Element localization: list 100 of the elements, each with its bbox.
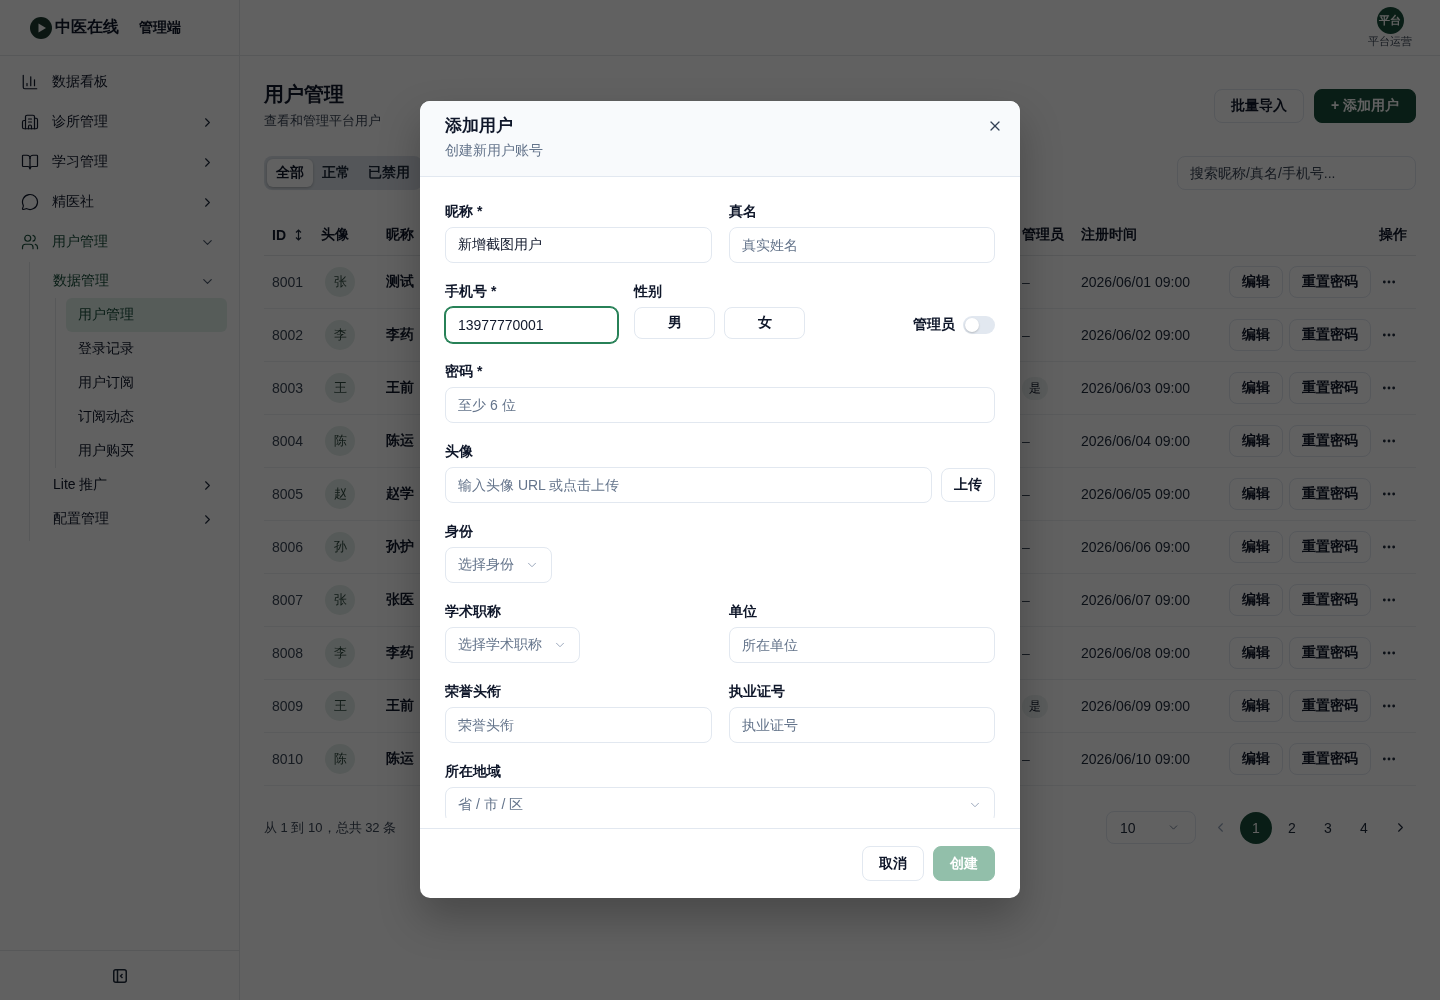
id-text: 8003 <box>272 380 304 396</box>
dialog-title: 添加用户 <box>445 115 514 137</box>
open-book-icon <box>21 153 39 171</box>
nickname-text: 王前 <box>386 379 414 397</box>
row-action-button[interactable]: 编辑 <box>1229 266 1283 298</box>
row-action-button[interactable]: 重置密码 <box>1289 319 1371 351</box>
page-button[interactable]: 2 <box>1276 811 1308 844</box>
nav-item[interactable]: 订阅动态 <box>66 400 227 434</box>
nav-item[interactable]: 用户管理 <box>12 222 227 262</box>
filter-tab[interactable]: 正常 <box>313 159 359 187</box>
text-input[interactable]: 执业证号 <box>728 707 995 743</box>
admin-text: – <box>1022 274 1030 290</box>
admin-text: – <box>1022 539 1030 555</box>
row-action-button[interactable]: 重置密码 <box>1289 266 1371 298</box>
user-avatar[interactable]: 平台 <box>1376 7 1404 34</box>
nav-item[interactable]: 配置管理 <box>30 502 227 536</box>
id-text: 8009 <box>272 698 304 714</box>
id-text: 8008 <box>272 645 304 661</box>
text-input[interactable]: 真实姓名 <box>728 227 995 263</box>
nav-item[interactable]: 数据看板 <box>12 62 227 102</box>
user-avatar: 陈 <box>325 744 355 774</box>
user-avatar: 张 <box>325 585 355 615</box>
page-button[interactable]: 1 <box>1240 811 1272 844</box>
field-label: 所在地域 <box>445 762 501 781</box>
sort-icon[interactable] <box>295 229 302 241</box>
nav-item[interactable]: Lite 推广 <box>30 468 227 502</box>
secondary-button[interactable]: 取消 <box>862 846 924 881</box>
row-action-button[interactable]: 编辑 <box>1229 584 1283 616</box>
row-action-button[interactable]: 编辑 <box>1229 478 1283 510</box>
page-button[interactable]: 3 <box>1312 811 1344 844</box>
text-input[interactable]: 13977770001 <box>445 307 618 343</box>
page-button[interactable]: 4 <box>1348 811 1380 844</box>
admin-text: – <box>1022 486 1030 502</box>
row-action-button[interactable]: 编辑 <box>1229 743 1283 775</box>
row-action-button[interactable]: 重置密码 <box>1289 584 1371 616</box>
column-header: 管理员 <box>1022 226 1064 244</box>
row-action-button[interactable]: 重置密码 <box>1289 425 1371 457</box>
field-label: 身份 <box>445 522 473 541</box>
field-label: 单位 <box>728 602 757 621</box>
play-logo-icon <box>30 16 52 39</box>
text-input[interactable]: 荣誉头衔 <box>445 707 712 743</box>
filter-tab[interactable]: 全部 <box>267 159 313 187</box>
admin-badge: 是 <box>1022 694 1048 718</box>
date-text: 2026/06/06 09:00 <box>1081 539 1190 555</box>
row-action-button[interactable]: 编辑 <box>1229 531 1283 563</box>
page-title: 用户管理 <box>264 82 345 107</box>
admin-text: – <box>1022 327 1030 343</box>
upload-button[interactable]: 上传 <box>941 468 995 502</box>
user-avatar: 王 <box>325 691 355 721</box>
admin-text: – <box>1022 433 1030 449</box>
field-label: 真名 <box>728 202 757 221</box>
text-input[interactable]: 至少 6 位 <box>445 387 995 423</box>
row-action-button[interactable]: 重置密码 <box>1289 531 1371 563</box>
field-label: 荣誉头衔 <box>445 682 501 701</box>
bar-chart-icon <box>21 73 39 91</box>
nav-item[interactable]: 精医社 <box>12 182 227 222</box>
nav-item[interactable]: 诊所管理 <box>12 102 227 142</box>
nav-item[interactable]: 学习管理 <box>12 142 227 182</box>
option-button[interactable]: 女 <box>724 307 805 339</box>
text-input[interactable]: 输入头像 URL 或点击上传 <box>445 467 932 503</box>
column-header: 头像 <box>321 226 349 244</box>
primary-button[interactable]: + 添加用户 <box>1313 88 1416 123</box>
brand-tag: 管理端 <box>139 18 181 37</box>
date-text: 2026/06/05 09:00 <box>1081 486 1190 502</box>
row-action-button[interactable]: 编辑 <box>1229 319 1283 351</box>
date-text: 2026/06/08 09:00 <box>1081 645 1190 661</box>
row-action-button[interactable]: 编辑 <box>1229 372 1283 404</box>
row-action-button[interactable]: 重置密码 <box>1289 478 1371 510</box>
nav-item[interactable]: 登录记录 <box>66 332 227 366</box>
row-action-button[interactable]: 重置密码 <box>1289 637 1371 669</box>
row-action-button[interactable]: 重置密码 <box>1289 690 1371 722</box>
secondary-button[interactable]: 批量导入 <box>1213 88 1304 123</box>
nav-item[interactable]: 用户订阅 <box>66 366 227 400</box>
id-text: 8006 <box>272 539 304 555</box>
user-avatar: 孙 <box>325 532 355 562</box>
row-action-button[interactable]: 重置密码 <box>1289 372 1371 404</box>
row-action-button[interactable]: 重置密码 <box>1289 743 1371 775</box>
nav-item[interactable]: 用户管理 <box>66 298 227 332</box>
search-field[interactable]: 搜索昵称/真名/手机号... <box>1177 156 1416 190</box>
nickname-text: 陈运 <box>386 432 414 450</box>
page-size-select[interactable]: 10 <box>1106 811 1196 844</box>
nav-item[interactable]: 用户购买 <box>66 434 227 468</box>
nickname-text: 李药 <box>386 644 414 662</box>
text-input[interactable]: 所在单位 <box>728 627 995 663</box>
panel-left-icon[interactable] <box>112 968 127 983</box>
row-action-button[interactable]: 编辑 <box>1229 690 1283 722</box>
nickname-text: 王前 <box>386 697 414 715</box>
row-action-button[interactable]: 编辑 <box>1229 425 1283 457</box>
nav-item[interactable]: 数据管理 <box>30 264 227 298</box>
option-button[interactable]: 男 <box>634 307 715 339</box>
toggle-switch[interactable] <box>963 316 995 334</box>
text-input[interactable]: 新增截图用户 <box>445 227 712 263</box>
row-action-button[interactable]: 编辑 <box>1229 637 1283 669</box>
dropdown-select[interactable]: 省 / 市 / 区 <box>445 787 995 818</box>
dropdown-select[interactable]: 选择身份 <box>445 547 552 583</box>
filter-tab[interactable]: 已禁用 <box>359 159 419 187</box>
dropdown-select[interactable]: 选择学术职称 <box>445 627 580 663</box>
nickname-text: 测试 <box>386 273 414 291</box>
nickname-text: 陈运 <box>386 750 414 768</box>
user-avatar: 赵 <box>325 479 355 509</box>
